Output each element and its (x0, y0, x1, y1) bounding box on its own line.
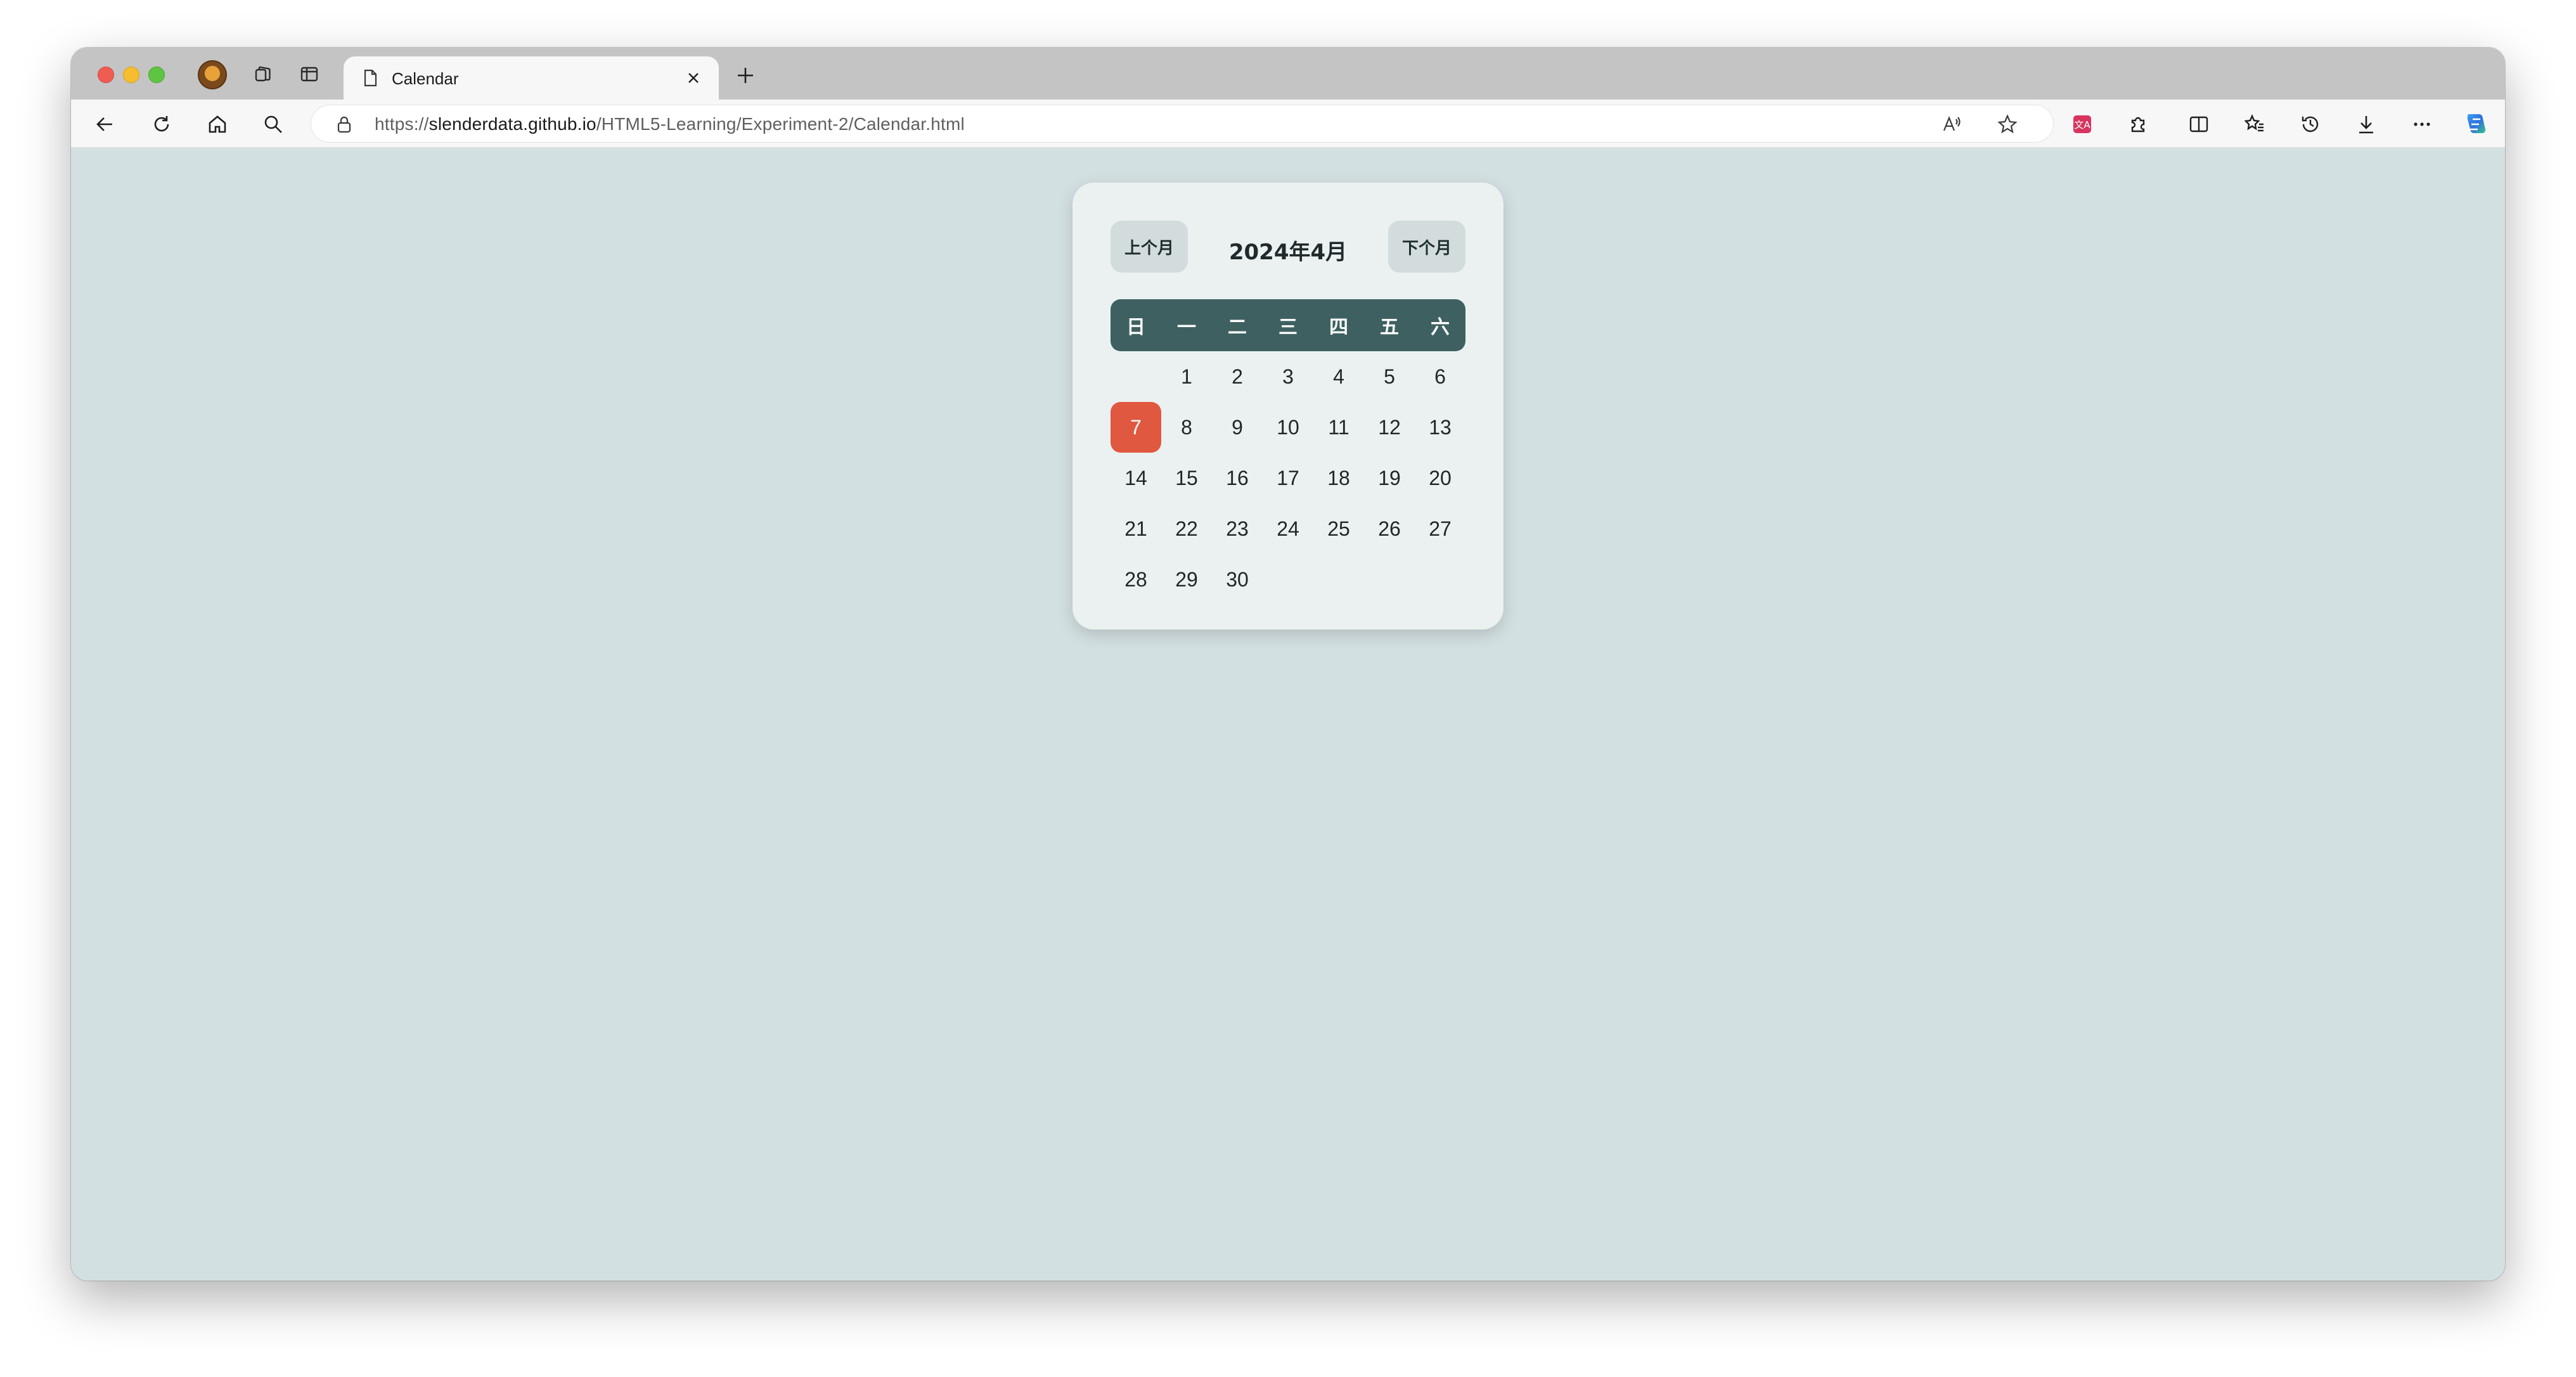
day-cell[interactable]: 3 (1263, 351, 1313, 402)
favorite-star-icon[interactable] (1992, 109, 2023, 139)
day-cell[interactable]: 8 (1161, 402, 1212, 453)
day-cell[interactable]: 14 (1111, 453, 1161, 503)
day-cell[interactable]: 9 (1212, 402, 1263, 453)
calendar-card: 上个月 2024年4月 下个月 日 一 二 三 四 五 六 1 2 3 4 5 … (1072, 183, 1504, 630)
weekday-mon: 一 (1177, 316, 1196, 339)
day-cell[interactable]: 20 (1415, 453, 1465, 503)
day-cell[interactable]: 6 (1415, 351, 1465, 402)
puzzle-icon[interactable] (2122, 108, 2154, 140)
day-cell[interactable]: 1 (1161, 351, 1212, 402)
url-text[interactable]: https://slenderdata.github.io/HTML5-Lear… (375, 114, 965, 134)
weekday-header: 日 一 二 三 四 五 六 (1111, 299, 1465, 351)
day-cell[interactable]: 28 (1111, 554, 1161, 605)
day-cell[interactable]: 15 (1161, 453, 1212, 503)
vertical-tabs-icon[interactable] (294, 59, 325, 89)
window-maximize-button[interactable] (148, 67, 165, 83)
weekday-tue: 二 (1228, 316, 1247, 339)
svg-text:文A: 文A (2074, 119, 2090, 131)
next-month-button[interactable]: 下个月 (1388, 221, 1465, 273)
day-cell[interactable]: 10 (1263, 402, 1313, 453)
day-cell-today[interactable]: 7 (1111, 402, 1161, 453)
more-icon[interactable] (2406, 108, 2438, 140)
day-cell[interactable]: 21 (1111, 503, 1161, 554)
day-cell[interactable]: 24 (1263, 503, 1313, 554)
day-cell[interactable]: 13 (1415, 402, 1465, 453)
window-minimize-button[interactable] (123, 67, 139, 83)
extension-icon[interactable]: 文A (2066, 108, 2098, 140)
page-icon (355, 63, 385, 93)
read-aloud-icon[interactable] (1936, 109, 1967, 139)
url-protocol: https:// (375, 114, 429, 134)
browser-window: Calendar https://slenderdata.github.io/H… (71, 48, 2505, 1281)
day-cell[interactable]: 11 (1313, 402, 1364, 453)
weekday-wed: 三 (1278, 316, 1298, 339)
day-cell[interactable]: 5 (1364, 351, 1415, 402)
lock-icon[interactable] (329, 109, 359, 139)
day-cell[interactable]: 16 (1212, 453, 1263, 503)
profile-avatar[interactable] (198, 60, 227, 89)
refresh-icon[interactable] (146, 108, 177, 140)
day-cell[interactable]: 29 (1161, 554, 1212, 605)
url-path: /HTML5-Learning/Experiment-2/Calendar.ht… (596, 114, 965, 134)
day-cell[interactable]: 18 (1313, 453, 1364, 503)
tab-title: Calendar (392, 69, 459, 88)
day-cell[interactable]: 23 (1212, 503, 1263, 554)
tab-calendar[interactable]: Calendar (344, 56, 719, 100)
day-cell[interactable]: 27 (1415, 503, 1465, 554)
day-cell[interactable]: 30 (1212, 554, 1263, 605)
tab-close-icon[interactable] (679, 64, 707, 92)
window-close-button[interactable] (98, 67, 114, 83)
new-tab-icon[interactable] (728, 60, 763, 91)
day-cell[interactable]: 4 (1313, 351, 1364, 402)
day-cell[interactable]: 12 (1364, 402, 1415, 453)
day-cell[interactable]: 19 (1364, 453, 1415, 503)
home-icon[interactable] (202, 108, 233, 140)
day-cell[interactable]: 22 (1161, 503, 1212, 554)
day-cell[interactable]: 25 (1313, 503, 1364, 554)
weekday-sat: 六 (1431, 316, 1450, 339)
day-cell[interactable]: 2 (1212, 351, 1263, 402)
address-bar[interactable]: https://slenderdata.github.io/HTML5-Lear… (311, 105, 2054, 143)
url-host: slenderdata.github.io (428, 114, 596, 134)
day-cell[interactable]: 26 (1364, 503, 1415, 554)
split-screen-icon[interactable] (2183, 108, 2215, 140)
favorites-icon[interactable] (2239, 108, 2270, 140)
history-icon[interactable] (2295, 108, 2326, 140)
download-icon[interactable] (2350, 108, 2382, 140)
page-content: 上个月 2024年4月 下个月 日 一 二 三 四 五 六 1 2 3 4 5 … (71, 148, 2505, 1281)
collections-icon[interactable] (248, 59, 279, 89)
tab-strip: Calendar (71, 48, 2505, 100)
browser-toolbar: https://slenderdata.github.io/HTML5-Lear… (71, 100, 2505, 148)
back-icon[interactable] (89, 108, 120, 140)
copilot-icon[interactable] (2461, 108, 2492, 140)
weekday-thu: 四 (1329, 316, 1348, 339)
day-cell-empty (1111, 351, 1161, 402)
search-icon[interactable] (257, 108, 289, 140)
weekday-fri: 五 (1380, 316, 1399, 339)
weekday-sun: 日 (1126, 316, 1145, 339)
days-grid: 1 2 3 4 5 6 7 8 9 10 11 12 13 14 15 16 1… (1111, 351, 1465, 605)
calendar-header: 上个月 2024年4月 下个月 (1111, 221, 1465, 273)
day-cell[interactable]: 17 (1263, 453, 1313, 503)
